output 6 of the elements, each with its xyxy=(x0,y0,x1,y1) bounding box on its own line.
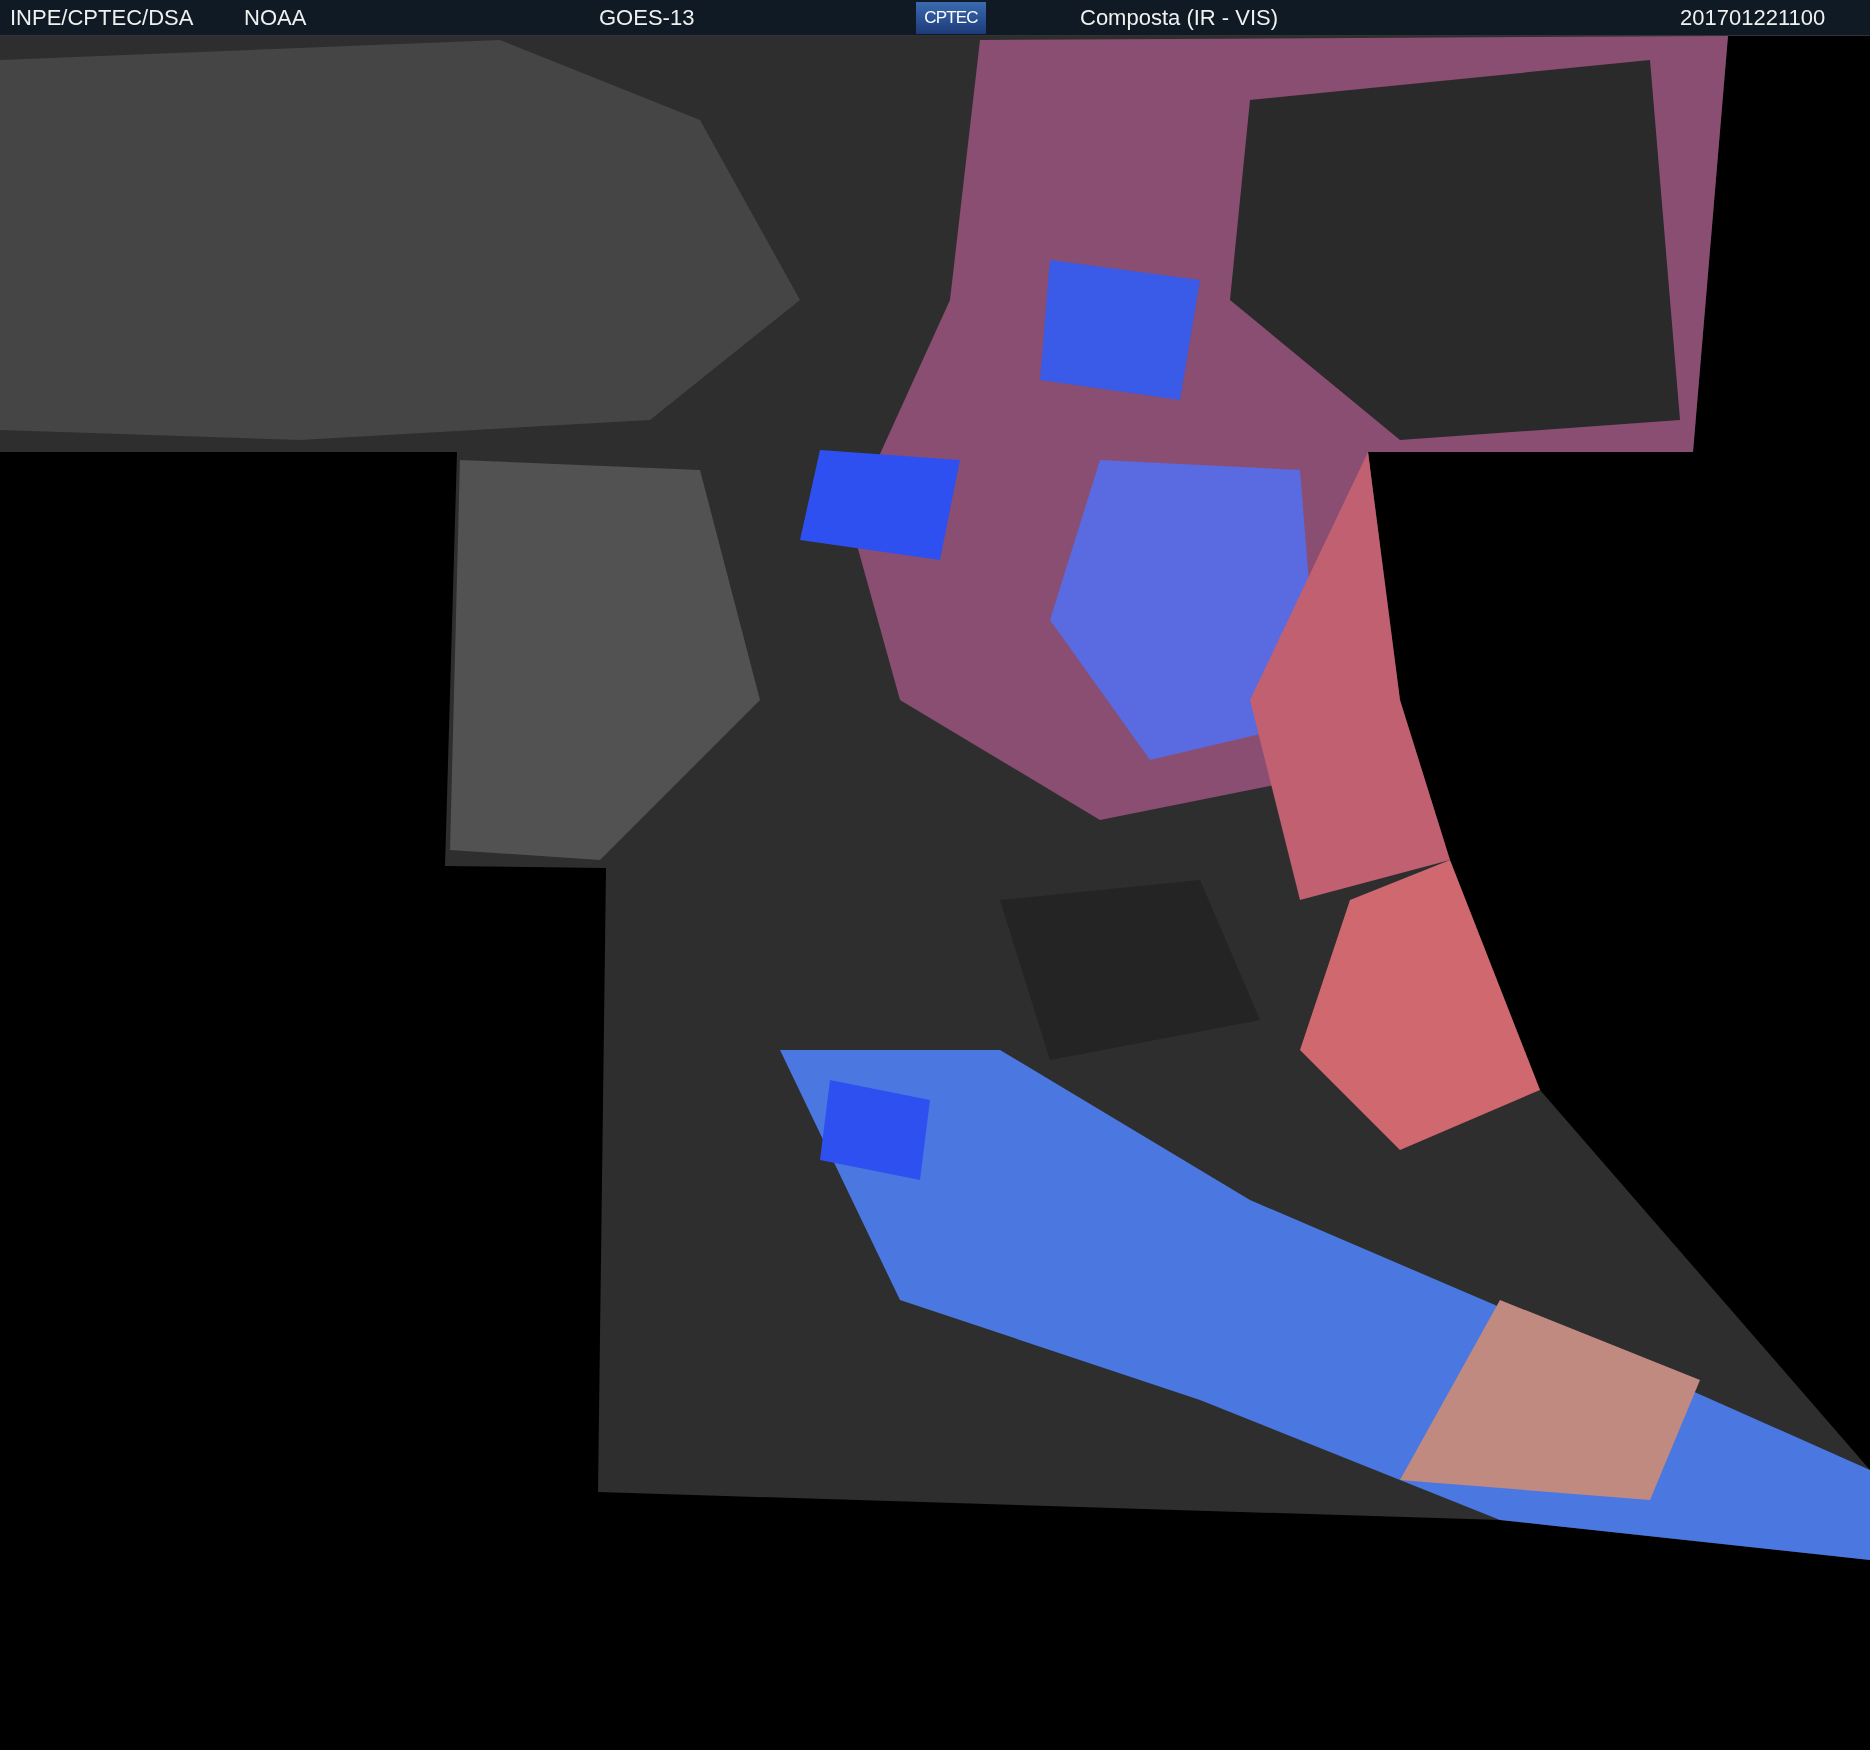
logo: CPTEC xyxy=(916,1,986,34)
timestamp: 201701221100 xyxy=(1680,4,1826,32)
agency-label: NOAA xyxy=(244,4,308,32)
product-title: Composta (IR - VIS) xyxy=(1080,4,1280,32)
agency-label: INPE/CPTEC/DSA xyxy=(10,4,195,32)
satellite-label: GOES-13 xyxy=(599,4,696,32)
